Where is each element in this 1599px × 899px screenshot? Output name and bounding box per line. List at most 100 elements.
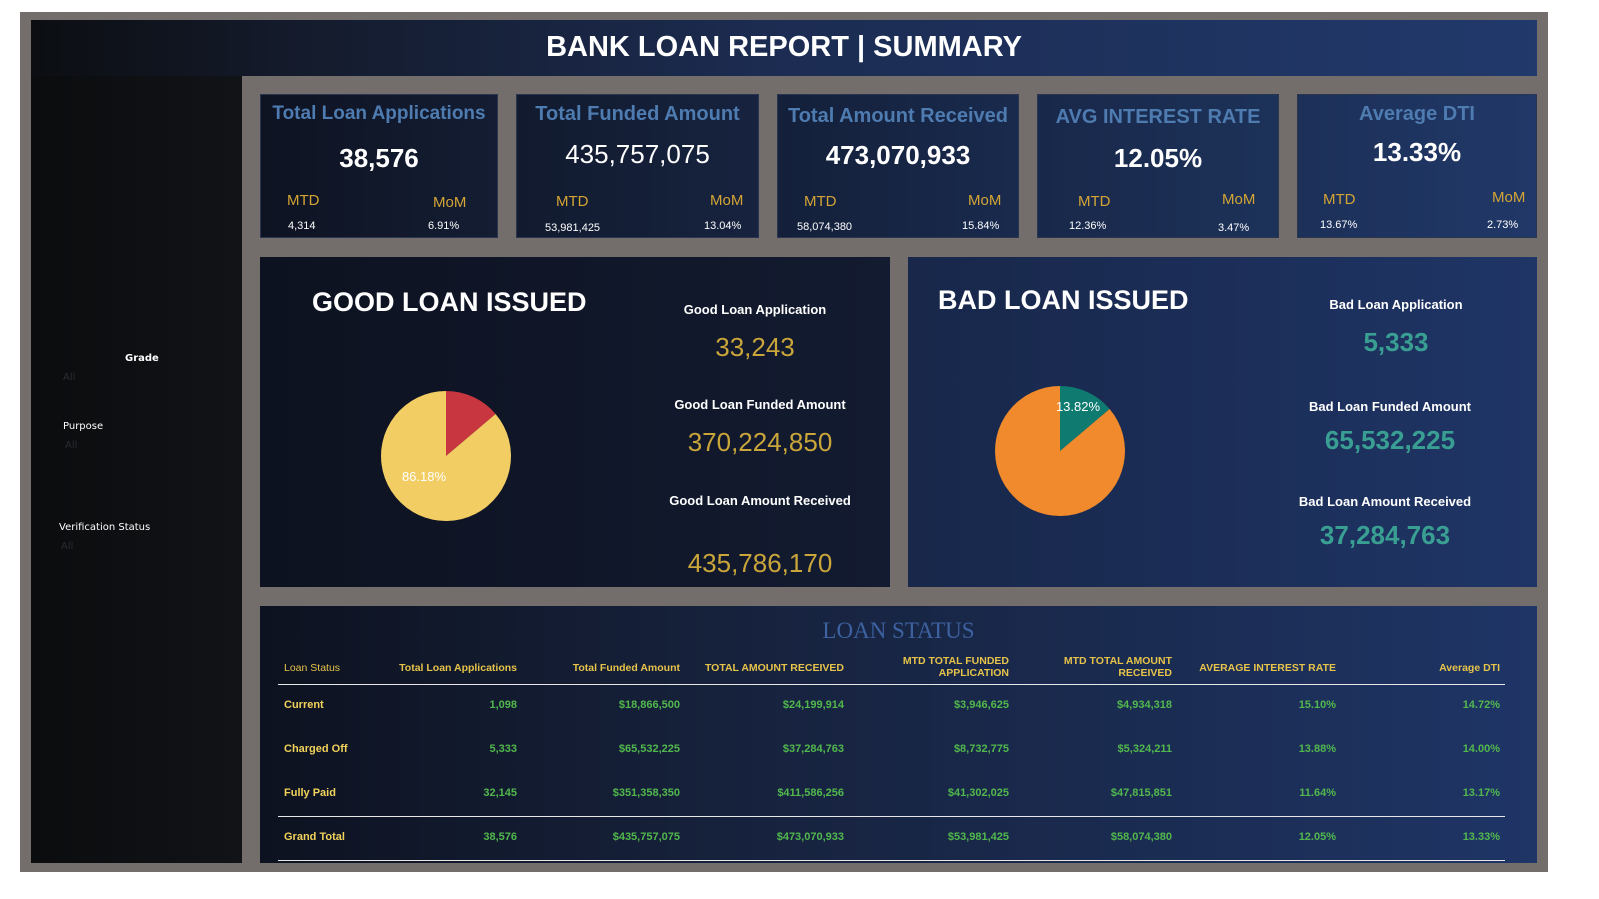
kpi-mtd-value: 12.36% (1069, 220, 1107, 232)
kpi-mtd-label: MTD (287, 192, 320, 209)
kpi-title: AVG INTEREST RATE (1055, 106, 1261, 128)
kpi-value: 12.05% (1113, 143, 1203, 173)
table-header-cell[interactable]: Loan Status (284, 662, 340, 674)
slicer-grade-label: Grade (125, 353, 159, 364)
kpi-mtd-label: MTD (804, 193, 837, 210)
table-cell: 38,576 (483, 831, 517, 843)
kpi-mtd-value: 58,074,380 (797, 221, 853, 233)
table-cell: $435,757,075 (612, 831, 680, 843)
table-cell: $351,358,350 (612, 787, 680, 799)
kpi-avg-interest-rate: AVG INTEREST RATE 12.05% MTD MoM 12.36% … (1037, 94, 1279, 238)
kpi-mom-value: 6.91% (428, 220, 460, 232)
table-row-label: Fully Paid (284, 787, 336, 799)
bad-loan-pie-chart: 13.82% (995, 386, 1126, 516)
bad-loan-application-label: Bad Loan Application (1329, 297, 1463, 312)
table-cell: $47,815,851 (1110, 787, 1172, 799)
kpi-title: Total Funded Amount (535, 103, 740, 125)
table-cell: 15.10% (1298, 699, 1336, 711)
kpi-value: 13.33% (1372, 137, 1462, 167)
table-header-cell[interactable]: AVERAGE INTEREST RATE (1176, 662, 1336, 674)
table-header-cell[interactable]: MTD TOTAL FUNDED APPLICATION (884, 655, 1009, 679)
table-header-cell[interactable]: Total Funded Amount (530, 662, 680, 674)
good-loan-application-value: 33,243 (715, 332, 795, 362)
kpi-average-dti: Average DTI 13.33% MTD MoM 13.67% 2.73% (1297, 94, 1537, 238)
good-loan-received-label: Good Loan Amount Received (669, 493, 851, 508)
kpi-value: 435,757,075 (565, 139, 710, 169)
table-cell: $37,284,763 (782, 743, 844, 755)
loan-status-title: LOAN STATUS (822, 618, 975, 643)
table-cell: 32,145 (483, 787, 517, 799)
table-cell: 14.72% (1462, 699, 1500, 711)
table-cell: $4,934,318 (1116, 699, 1172, 711)
good-loan-application-label: Good Loan Application (683, 302, 827, 317)
table-cell: $58,074,380 (1110, 831, 1172, 843)
table-cell: 5,333 (489, 743, 517, 755)
good-loan-received-value: 435,786,170 (687, 548, 833, 578)
table-cell: 13.33% (1462, 831, 1500, 843)
table-header-cell[interactable]: TOTAL AMOUNT RECEIVED (684, 662, 844, 674)
loan-status-table-panel: LOAN STATUS Loan Status Total Loan Applic… (260, 606, 1537, 863)
bad-loan-application-value: 5,333 (1363, 327, 1429, 357)
slicer-purpose-value[interactable]: All (65, 440, 77, 451)
table-row-label: Charged Off (284, 743, 348, 755)
kpi-mom-value: 15.84% (962, 220, 1000, 232)
table-header-cell[interactable]: Total Loan Applications (377, 662, 517, 674)
filter-sidebar: Grade All Purpose All Verification Statu… (31, 20, 242, 863)
kpi-title: Total Amount Received (787, 105, 1009, 127)
kpi-total-amount-received: Total Amount Received 473,070,933 MTD Mo… (777, 94, 1019, 238)
good-loan-panel: GOOD LOAN ISSUED 86.18% Good Loan Applic… (260, 257, 890, 587)
slicer-grade-value[interactable]: All (63, 372, 75, 383)
slicer-verification-value[interactable]: All (61, 541, 73, 552)
table-cell: $41,302,025 (947, 787, 1009, 799)
kpi-total-loan-applications: Total Loan Applications 38,576 MTD MoM 4… (260, 94, 498, 238)
pie-data-label: 86.18% (402, 469, 447, 484)
table-cell: 1,098 (489, 699, 517, 711)
kpi-mom-value: 13.04% (704, 220, 742, 232)
good-loan-title: GOOD LOAN ISSUED (312, 287, 587, 317)
table-cell: $18,866,500 (618, 699, 680, 711)
bad-loan-received-value: 37,284,763 (1319, 520, 1451, 550)
table-cell: $8,732,775 (953, 743, 1009, 755)
kpi-title: Total Loan Applications (272, 103, 486, 124)
kpi-mtd-label: MTD (1323, 191, 1356, 208)
good-loan-pie-chart: 86.18% (381, 391, 512, 521)
kpi-value: 38,576 (339, 143, 419, 173)
slicer-verification-label: Verification Status (59, 522, 151, 533)
table-row-label: Current (284, 699, 324, 711)
table-divider (278, 684, 1505, 685)
table-cell: 13.88% (1298, 743, 1336, 755)
bad-loan-title: BAD LOAN ISSUED (938, 285, 1189, 315)
table-header-cell[interactable]: MTD TOTAL AMOUNT RECEIVED (1042, 655, 1172, 679)
report-header: BANK LOAN REPORT | SUMMARY (31, 20, 1537, 76)
table-header-cell[interactable]: Average DTI (1400, 662, 1500, 674)
table-cell: $411,586,256 (777, 787, 844, 799)
kpi-value: 473,070,933 (825, 140, 971, 170)
table-cell: $3,946,625 (953, 699, 1009, 711)
kpi-mtd-value: 13.67% (1320, 219, 1358, 231)
good-loan-funded-value: 370,224,850 (687, 427, 833, 457)
table-cell: 12.05% (1298, 831, 1336, 843)
bad-loan-received-label: Bad Loan Amount Received (1298, 494, 1472, 509)
table-cell: 13.17% (1462, 787, 1500, 799)
kpi-mom-value: 3.47% (1218, 222, 1250, 234)
good-loan-funded-label: Good Loan Funded Amount (674, 397, 846, 412)
bad-loan-funded-value: 65,532,225 (1324, 425, 1456, 455)
table-cell: $24,199,914 (782, 699, 844, 711)
kpi-mom-label: MoM (433, 194, 467, 211)
report-title: BANK LOAN REPORT | SUMMARY (546, 31, 1022, 63)
kpi-mom-label: MoM (1222, 191, 1256, 208)
table-cell: $5,324,211 (1117, 743, 1172, 755)
table-cell: $65,532,225 (618, 743, 680, 755)
kpi-mom-value: 2.73% (1487, 219, 1519, 231)
table-cell: $473,070,933 (776, 831, 844, 843)
table-cell: 14.00% (1462, 743, 1500, 755)
pie-data-label: 13.82% (1056, 399, 1101, 414)
kpi-mtd-label: MTD (1078, 193, 1111, 210)
bad-loan-funded-label: Bad Loan Funded Amount (1309, 399, 1471, 414)
kpi-mom-label: MoM (968, 192, 1002, 209)
table-cell: $53,981,425 (947, 831, 1009, 843)
table-cell: 11.64% (1299, 787, 1336, 799)
kpi-mom-label: MoM (1492, 189, 1526, 206)
table-divider (278, 860, 1505, 861)
kpi-mtd-label: MTD (556, 193, 589, 210)
